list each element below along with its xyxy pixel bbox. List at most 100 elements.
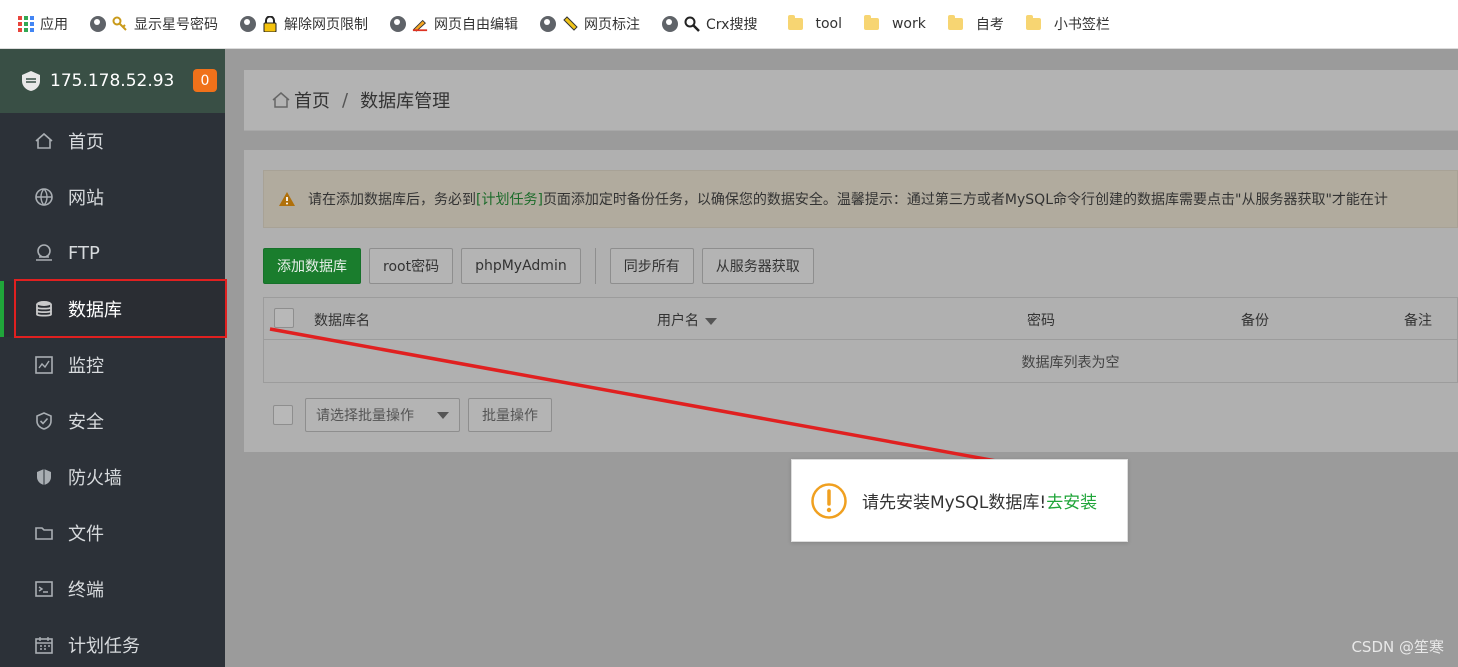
- firewall-icon: [34, 467, 54, 487]
- breadcrumb-separator: /: [342, 89, 349, 111]
- column-header-username[interactable]: 用户名: [657, 310, 717, 330]
- globe-icon: [240, 16, 256, 32]
- folder-icon: [864, 15, 880, 32]
- bookmarks-bar: 应用 显示星号密码 解除网页限制 网页自由编辑 网页标注 Crx搜搜 tool …: [0, 0, 1458, 49]
- sidebar-item-terminal[interactable]: 终端: [0, 561, 225, 617]
- exclamation-circle-icon: [811, 482, 847, 519]
- bookmark-label: 解除网页限制: [284, 17, 368, 33]
- sync-all-button[interactable]: 同步所有: [609, 248, 694, 284]
- fetch-from-server-button[interactable]: 从服务器获取: [701, 248, 814, 284]
- sidebar-item-label: 终端: [68, 580, 104, 601]
- batch-operation-button[interactable]: 批量操作: [468, 398, 552, 432]
- sidebar-item-website[interactable]: 网站: [0, 169, 225, 225]
- ftp-icon: [34, 243, 54, 263]
- column-header-backup: 备份: [1241, 313, 1269, 329]
- batch-select-placeholder: 请选择批量操作: [316, 408, 414, 424]
- bookmark-label: 应用: [40, 17, 68, 33]
- root-password-button[interactable]: root密码: [369, 248, 454, 284]
- toolbar-divider: [594, 248, 596, 284]
- bookmark-folder-tool[interactable]: tool: [787, 15, 842, 32]
- bookmark-label: 显示星号密码: [134, 17, 218, 33]
- sidebar-item-cron[interactable]: 计划任务: [0, 617, 225, 667]
- backup-warning-alert: 请在添加数据库后，务必到 [计划任务] 页面添加定时备份任务，以确保您的数据安全。温…: [263, 170, 1458, 228]
- cron-task-link[interactable]: [计划任务]: [476, 189, 543, 209]
- bookmark-crx-search[interactable]: Crx搜搜: [662, 14, 757, 34]
- bookmark-folder-work[interactable]: work: [864, 15, 926, 32]
- globe-icon: [90, 16, 106, 32]
- bookmark-apps[interactable]: 应用: [18, 14, 68, 34]
- database-panel: 请在添加数据库后，务必到 [计划任务] 页面添加定时备份任务，以确保您的数据安全。温…: [244, 150, 1458, 452]
- ruler-icon: [562, 16, 578, 32]
- bookmark-folder-bookmarklets[interactable]: 小书签栏: [1026, 14, 1110, 34]
- globe-icon: [390, 16, 406, 32]
- batch-operations: 请选择批量操作 批量操作: [273, 398, 560, 432]
- main-area: 首页 / 数据库管理 请在添加数据库后，务必到 [计划任务] 页面添加定时备份任务，…: [225, 49, 1458, 667]
- folder-icon: [948, 15, 964, 32]
- bookmark-folder-zikao[interactable]: 自考: [948, 14, 1004, 34]
- batch-select-checkbox[interactable]: [273, 405, 293, 425]
- bookmark-label: 网页自由编辑: [434, 17, 518, 33]
- sidebar-item-ftp[interactable]: FTP: [0, 225, 225, 281]
- column-header-remark: 备注: [1404, 313, 1432, 329]
- globe-icon: [540, 16, 556, 32]
- home-icon: [34, 131, 54, 151]
- sidebar-item-label: 数据库: [68, 300, 122, 321]
- server-shield-icon: [22, 71, 40, 91]
- bookmark-label: Crx搜搜: [706, 17, 758, 33]
- select-all-checkbox[interactable]: [274, 308, 294, 328]
- database-toolbar: 添加数据库 root密码 phpMyAdmin 同步所有 从服务器获取: [263, 248, 822, 284]
- folder-icon: [34, 523, 54, 543]
- sidebar-item-label: 首页: [68, 132, 104, 153]
- sidebar-item-label: 安全: [68, 412, 104, 433]
- sidebar-item-label: 文件: [68, 524, 104, 545]
- calendar-icon: [34, 635, 54, 655]
- sidebar-item-monitor[interactable]: 监控: [0, 337, 225, 393]
- magnifier-icon: [684, 16, 700, 32]
- bookmark-label: 小书签栏: [1053, 17, 1110, 33]
- table-header: 数据库名 用户名 密码 备份 备注: [264, 298, 1457, 340]
- bookmark-unlock-page[interactable]: 解除网页限制: [240, 14, 368, 34]
- server-ip: 175.178.52.93: [50, 71, 175, 91]
- column-header-label: 用户名: [657, 313, 699, 329]
- folder-icon: [787, 15, 803, 32]
- sidebar-item-security[interactable]: 安全: [0, 393, 225, 449]
- sidebar-item-label: 网站: [68, 188, 104, 209]
- batch-operation-select[interactable]: 请选择批量操作: [305, 398, 460, 432]
- chevron-down-icon: [437, 411, 449, 419]
- column-header-dbname: 数据库名: [314, 313, 370, 329]
- alert-text-suffix: 页面添加定时备份任务，以确保您的数据安全。温馨提示：通过第三方或者MySQL命令…: [542, 192, 1388, 208]
- bookmark-show-password[interactable]: 显示星号密码: [90, 14, 218, 34]
- database-icon: [34, 299, 54, 319]
- sidebar-item-home[interactable]: 首页: [0, 113, 225, 169]
- bookmark-annotate[interactable]: 网页标注: [540, 14, 640, 34]
- globe-icon: [34, 187, 54, 207]
- sidebar-item-firewall[interactable]: 防火墙: [0, 449, 225, 505]
- server-header[interactable]: 175.178.52.93 0: [0, 49, 225, 113]
- bookmark-free-edit[interactable]: 网页自由编辑: [390, 14, 518, 34]
- csdn-watermark: CSDN @笙寒: [1351, 638, 1444, 656]
- pencil-icon: [412, 16, 428, 32]
- phpmyadmin-button[interactable]: phpMyAdmin: [461, 248, 581, 284]
- bookmark-label: work: [891, 16, 926, 32]
- terminal-icon: [34, 579, 54, 599]
- notification-badge[interactable]: 0: [193, 69, 217, 92]
- sidebar-item-database[interactable]: 数据库: [0, 281, 225, 337]
- go-install-link[interactable]: 去安装: [1046, 488, 1097, 513]
- install-mysql-toast: 请先安装MySQL数据库! 去安装: [791, 459, 1128, 542]
- sidebar: 175.178.52.93 0 首页 网站 FTP 数据库 监控 安全 防火墙 …: [0, 49, 225, 667]
- sort-caret-icon: [705, 317, 717, 325]
- add-database-button[interactable]: 添加数据库: [263, 248, 361, 284]
- bookmark-label: tool: [815, 16, 842, 32]
- database-table: 数据库名 用户名 密码 备份 备注 数据库列表为空: [263, 297, 1458, 383]
- toast-message: 请先安装MySQL数据库!: [862, 493, 1047, 513]
- shield-check-icon: [34, 411, 54, 431]
- sidebar-item-label: 计划任务: [68, 636, 140, 657]
- breadcrumb-current: 数据库管理: [360, 91, 451, 112]
- apps-grid-icon: [18, 16, 34, 32]
- breadcrumb-home-link[interactable]: 首页: [294, 87, 330, 113]
- alert-text-prefix: 请在添加数据库后，务必到: [308, 192, 476, 208]
- sidebar-item-files[interactable]: 文件: [0, 505, 225, 561]
- globe-icon: [662, 16, 678, 32]
- sidebar-item-label: FTP: [68, 242, 100, 264]
- folder-icon: [1026, 15, 1042, 32]
